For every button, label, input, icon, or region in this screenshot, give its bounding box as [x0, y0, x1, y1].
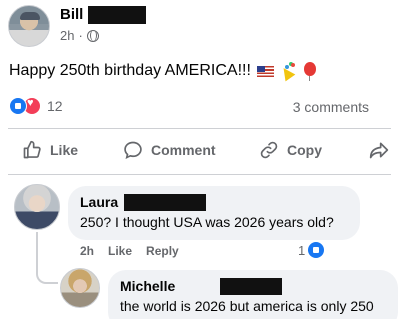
- avatar[interactable]: [60, 268, 100, 308]
- comment-author-name[interactable]: Laura: [80, 194, 118, 210]
- reply-thread-line: [36, 232, 58, 284]
- globe-icon: [86, 29, 99, 42]
- comment-author-name[interactable]: Michelle: [120, 278, 175, 294]
- balloon-icon: [303, 62, 316, 81]
- avatar[interactable]: [14, 184, 60, 230]
- post-text: Happy 250th birthday AMERICA!!!: [9, 62, 316, 81]
- post-meta: 2h ·: [60, 28, 99, 43]
- comment-bubble: Michelle the world is 2026 but america i…: [108, 270, 398, 319]
- comment-time[interactable]: 2h: [80, 244, 94, 258]
- comment-reaction-count[interactable]: 1: [298, 242, 325, 258]
- like-button[interactable]: Like: [22, 140, 78, 160]
- comment-label: Comment: [151, 142, 216, 158]
- comment-count[interactable]: 3 comments: [293, 99, 369, 115]
- comment-bubble: Laura 250? I thought USA was 2026 years …: [68, 186, 360, 240]
- post-time[interactable]: 2h: [60, 28, 74, 43]
- meta-separator: ·: [78, 28, 83, 43]
- comment-like-link[interactable]: Like: [108, 244, 132, 258]
- share-button[interactable]: [369, 140, 389, 160]
- copy-button[interactable]: Copy: [259, 140, 322, 160]
- divider: [8, 174, 391, 175]
- like-reaction-icon: [308, 242, 325, 258]
- redaction-bar: [220, 278, 282, 295]
- redaction-bar: [88, 6, 146, 24]
- post-body: Happy 250th birthday AMERICA!!!: [9, 62, 251, 79]
- comment-reply-link[interactable]: Reply: [146, 244, 179, 258]
- comment-like-count: 1: [298, 242, 306, 258]
- link-icon: [260, 141, 278, 159]
- reaction-summary[interactable]: 12: [9, 97, 63, 115]
- comment-actions: 2h Like Reply: [80, 244, 179, 258]
- action-bar: Like Comment Copy: [0, 134, 399, 170]
- party-popper-icon: [278, 62, 296, 80]
- comment-text: 250? I thought USA was 2026 years old?: [80, 214, 334, 230]
- post-author-name[interactable]: Bill: [60, 6, 83, 23]
- avatar[interactable]: [8, 5, 50, 47]
- share-arrow-icon: [369, 142, 389, 159]
- flag-icon: [256, 65, 274, 77]
- comment-bubble-icon: [124, 141, 142, 160]
- like-reaction-icon: [9, 97, 27, 115]
- redaction-bar: [124, 194, 206, 211]
- post-header: Bill 2h ·: [8, 4, 398, 48]
- comment-button[interactable]: Comment: [123, 140, 216, 160]
- comment-text: the world is 2026 but america is only 25…: [120, 298, 374, 314]
- divider: [8, 128, 391, 129]
- thumbs-up-icon: [23, 140, 41, 159]
- reaction-count: 12: [47, 98, 63, 114]
- like-label: Like: [50, 142, 79, 158]
- copy-label: Copy: [287, 142, 322, 158]
